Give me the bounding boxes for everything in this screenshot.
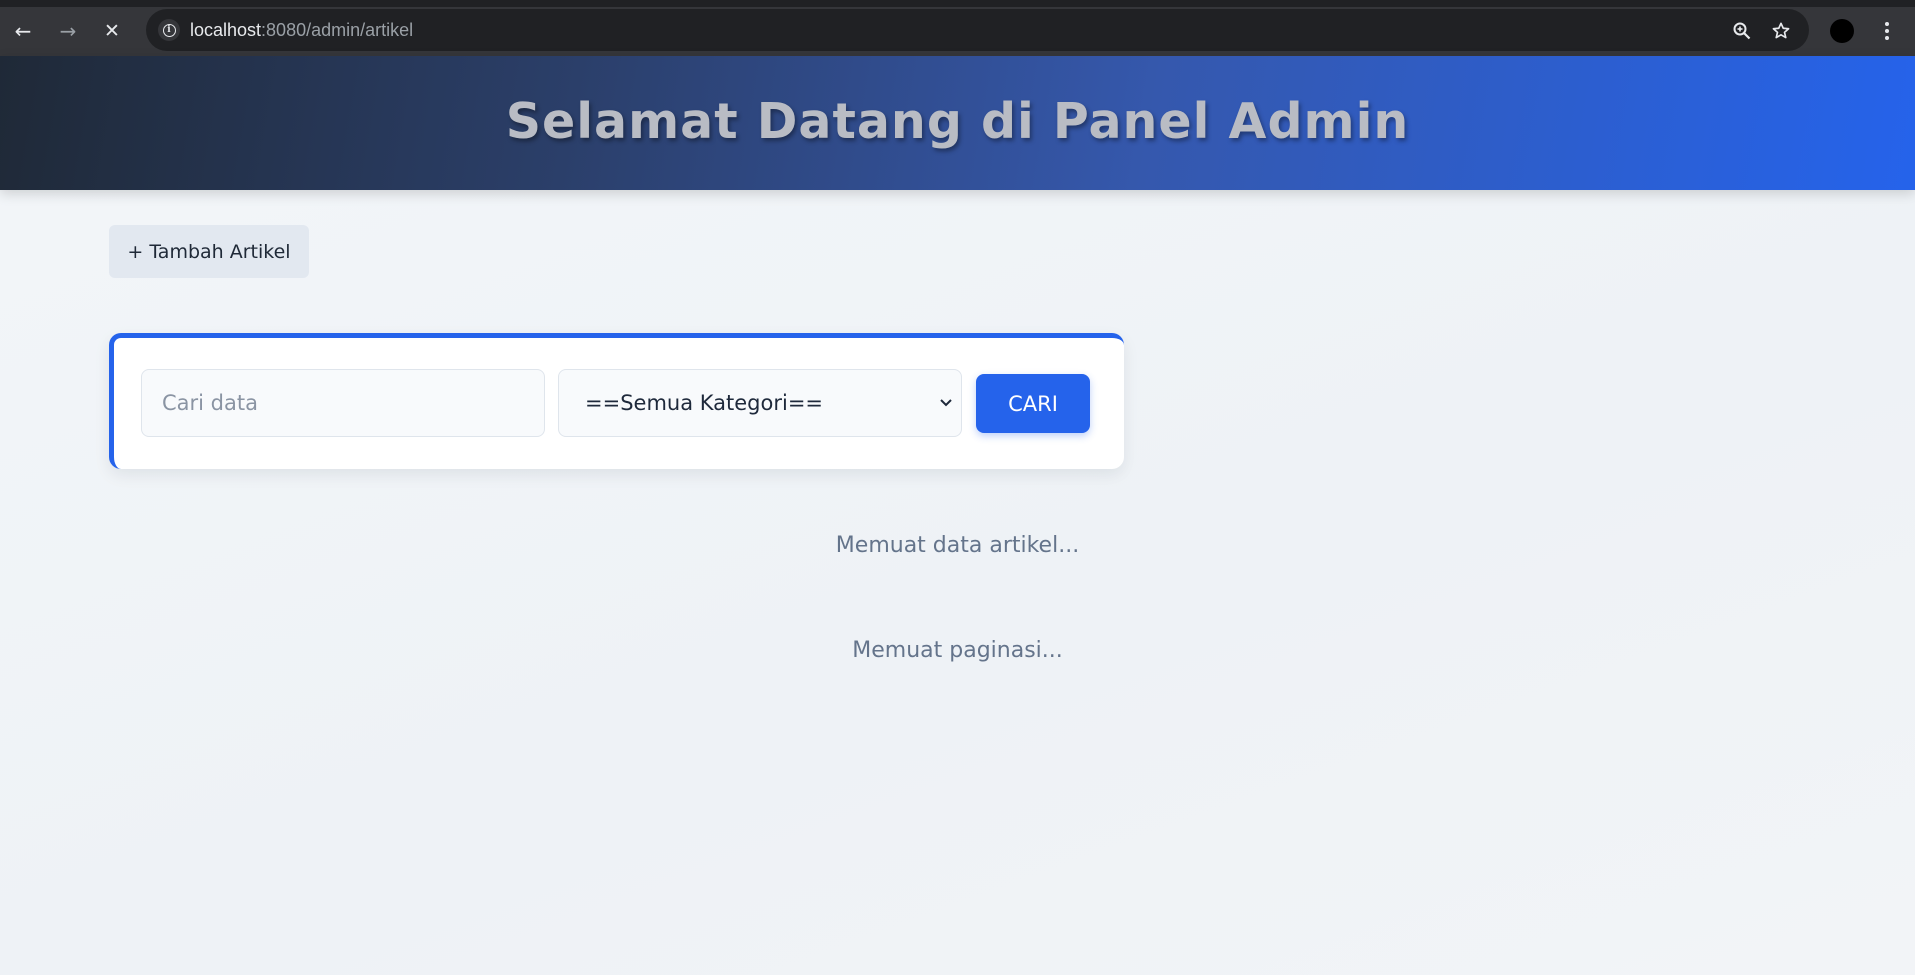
chevron-down-icon — [939, 394, 953, 412]
search-card: ==Semua Kategori== CARI — [109, 333, 1124, 469]
url-host: localhost — [190, 20, 262, 40]
articles-loading-text: Memuat data artikel... — [835, 533, 1080, 558]
browser-toolbar: ← → ✕ i localhost:8080/admin/artikel — [0, 0, 1915, 56]
category-select[interactable]: ==Semua Kategori== — [558, 369, 962, 437]
profile-avatar[interactable] — [1830, 19, 1854, 43]
forward-icon[interactable]: → — [54, 17, 82, 45]
stop-loading-icon[interactable]: ✕ — [98, 17, 126, 45]
page-title: Selamat Datang di Panel Admin — [505, 92, 1410, 150]
pagination-loading-text: Memuat paginasi... — [852, 638, 1063, 663]
address-bar[interactable]: i localhost:8080/admin/artikel — [146, 9, 1809, 51]
url-text[interactable]: localhost:8080/admin/artikel — [190, 20, 413, 41]
info-icon[interactable]: i — [158, 19, 180, 41]
page-header: Selamat Datang di Panel Admin — [0, 56, 1915, 190]
back-icon[interactable]: ← — [9, 17, 37, 45]
add-article-button[interactable]: + Tambah Artikel — [109, 225, 309, 278]
category-selected-value: ==Semua Kategori== — [585, 391, 824, 415]
url-path: :8080/admin/artikel — [261, 20, 414, 40]
search-button[interactable]: CARI — [976, 374, 1090, 433]
kebab-menu-icon[interactable] — [1877, 17, 1897, 45]
star-icon[interactable] — [1768, 18, 1794, 44]
search-input[interactable] — [141, 369, 545, 437]
zoom-icon[interactable] — [1729, 18, 1755, 44]
